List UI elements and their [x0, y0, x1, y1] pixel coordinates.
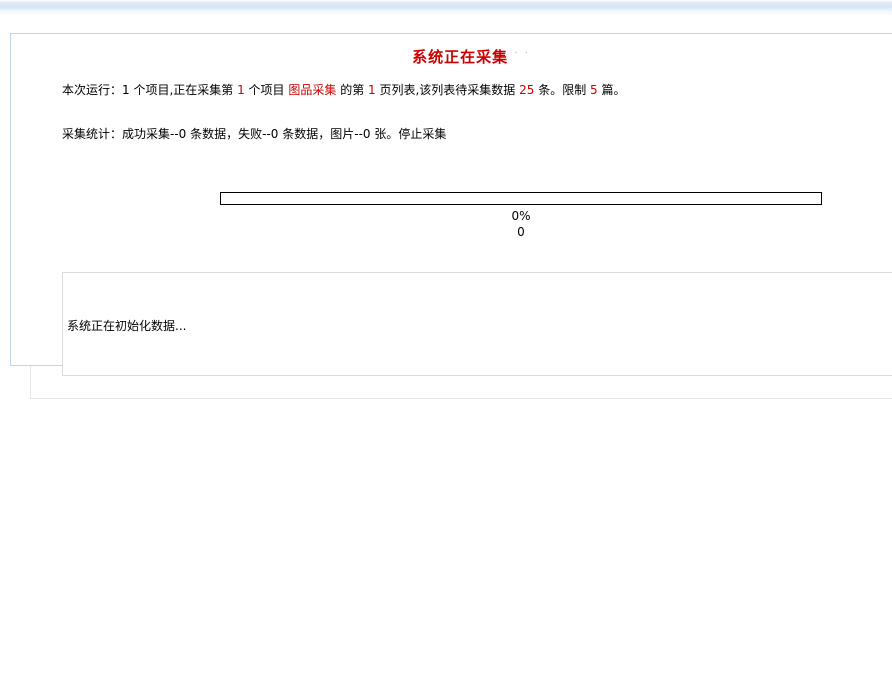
collection-status-panel: 系统正在采集 · · 本次运行：1 个项目,正在采集第 1 个项目 图品采集 的…	[10, 33, 892, 366]
init-message-text: 系统正在初始化数据...	[67, 319, 186, 333]
limit-value: 5	[590, 83, 598, 97]
run-info-text: 篇。	[598, 83, 626, 97]
run-info-text: 本次运行：1 个项目,正在采集第	[62, 83, 237, 97]
page-title-text: 系统正在采集	[412, 48, 508, 66]
page-title: 系统正在采集 · ·	[11, 34, 892, 67]
run-info-text: 条。限制	[534, 83, 590, 97]
init-message-box: 系统正在初始化数据...	[62, 272, 892, 376]
stop-collection-link[interactable]: 停止采集	[398, 127, 446, 141]
pending-count-value: 25	[519, 83, 534, 97]
project-index-value: 1	[237, 83, 245, 97]
run-info-text: 的第	[336, 83, 368, 97]
stats-line: 采集统计：成功采集--0 条数据，失败--0 条数据，图片--0 张。停止采集	[62, 125, 892, 156]
project-name-value: 图品采集	[288, 83, 336, 97]
stats-text: 条数据，失败--	[186, 127, 270, 141]
progress-percent: 0%	[62, 209, 892, 223]
stats-text: 采集统计：成功采集--	[62, 127, 179, 141]
loading-dots: · ·	[514, 48, 530, 59]
progress-bar	[220, 192, 822, 205]
page-number-value: 1	[368, 83, 376, 97]
stats-text: 张。	[371, 127, 399, 141]
run-info-line: 本次运行：1 个项目,正在采集第 1 个项目 图品采集 的第 1 页列表,该列表…	[62, 81, 892, 112]
browser-chrome-bar	[0, 0, 892, 14]
pic-count-value: 0	[363, 127, 371, 141]
run-info-text: 页列表,该列表待采集数据	[376, 83, 519, 97]
stats-text: 条数据，图片--	[278, 127, 362, 141]
progress-section: 0% 0 系统正在初始化数据...	[62, 192, 892, 376]
run-info-text: 个项目	[245, 83, 289, 97]
progress-count: 0	[62, 225, 892, 239]
